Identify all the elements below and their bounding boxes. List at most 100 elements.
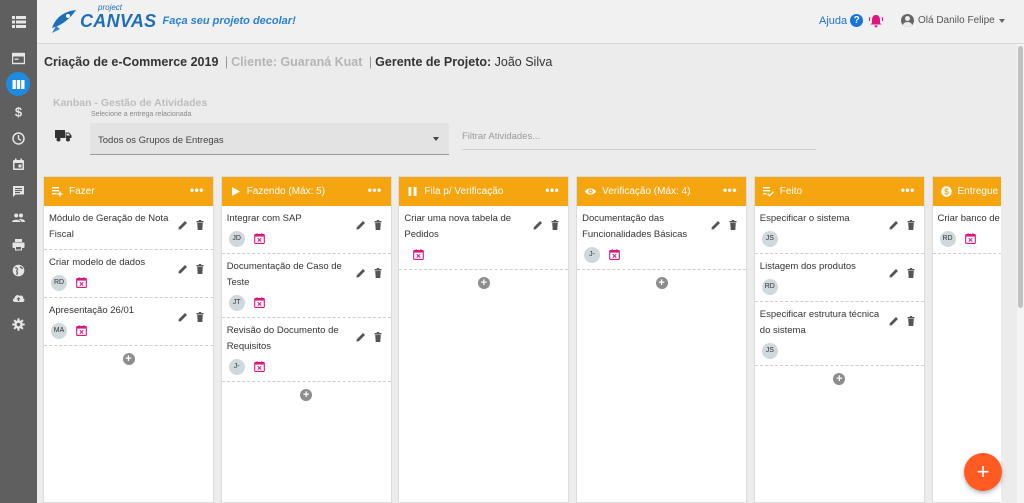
delivery-group-select[interactable]: Todos os Grupos de Entregas (90, 123, 449, 155)
more-options-icon[interactable]: ••• (901, 184, 915, 196)
add-card-button[interactable]: + (122, 353, 135, 365)
sidebar-item-messages[interactable] (0, 179, 37, 203)
more-options-icon[interactable]: ••• (723, 184, 737, 196)
assignee-avatar[interactable]: JS (761, 230, 778, 247)
trash-icon[interactable] (906, 268, 916, 278)
trash-icon[interactable] (906, 316, 916, 326)
assignee-avatar[interactable]: RD (51, 274, 67, 291)
task-card[interactable]: Documentação de Caso de Teste JT (221, 254, 391, 318)
calendar-remove-icon[interactable] (253, 233, 265, 244)
trash-icon[interactable] (373, 332, 383, 342)
sidebar-item-calendar[interactable] (0, 152, 37, 176)
task-title: Integrar com SAP (226, 213, 302, 224)
task-card[interactable]: Apresentação 26/01 MA (44, 298, 213, 346)
kanban-column: Fazer ••• Módulo de Geração de Nota Fiscal… (43, 176, 214, 503)
sidebar-item-upload[interactable] (0, 285, 37, 309)
task-title: Módulo de Geração de Nota Fiscal (49, 213, 169, 240)
kanban-board: Fazer ••• Módulo de Geração de Nota Fiscal… (37, 175, 1001, 503)
task-card[interactable]: Listagem dos produtos RD (754, 254, 924, 302)
task-card[interactable]: Criar banco de d RD (932, 206, 1001, 254)
pencil-icon[interactable] (356, 268, 366, 278)
task-card[interactable]: Integrar com SAP JD (221, 206, 391, 254)
filter-activities-input[interactable] (462, 124, 816, 150)
task-card[interactable]: Criar uma nova tabela de Pedidos (399, 206, 569, 270)
tagline: Faça seu projeto decolar! (162, 15, 296, 27)
trash-icon[interactable] (195, 220, 205, 230)
more-options-icon[interactable]: ••• (545, 184, 559, 196)
sidebar-item-kanban[interactable] (0, 72, 37, 96)
pencil-icon[interactable] (178, 264, 188, 274)
logo-text: CANVAS (80, 11, 157, 31)
pencil-icon[interactable] (889, 316, 899, 326)
add-activity-fab[interactable]: + (964, 453, 1002, 491)
card-actions (171, 264, 205, 274)
bell-icon[interactable] (868, 13, 884, 29)
pencil-icon[interactable] (178, 220, 188, 230)
pencil-icon[interactable] (889, 220, 899, 230)
assignee-avatar[interactable]: J- (228, 358, 245, 375)
sidebar-item-team[interactable] (0, 205, 37, 229)
sidebar-item-web[interactable] (0, 258, 37, 282)
pencil-icon[interactable] (889, 268, 899, 278)
pencil-icon[interactable] (533, 220, 543, 230)
card-actions (882, 268, 916, 278)
add-card-button[interactable]: + (477, 277, 490, 289)
pencil-icon[interactable] (711, 220, 721, 230)
sidebar-item-settings[interactable] (0, 312, 37, 336)
assignee-avatar[interactable]: JT (228, 294, 245, 311)
pencil-icon[interactable] (356, 220, 366, 230)
calendar-remove-icon[interactable] (413, 249, 425, 260)
trash-icon[interactable] (373, 268, 383, 278)
assignee-avatar[interactable]: RD (761, 278, 778, 295)
calendar-remove-icon[interactable] (964, 233, 976, 244)
trash-icon[interactable] (373, 220, 383, 230)
assignee-avatar[interactable]: MA (51, 322, 67, 339)
card-actions (171, 220, 205, 230)
assignee-avatar[interactable]: JD (228, 230, 245, 247)
sidebar-item-time[interactable] (0, 126, 37, 150)
task-card[interactable]: Especificar estrutura técnica do sistema… (754, 302, 924, 366)
settings-icon (12, 317, 25, 331)
calendar-remove-icon[interactable] (609, 249, 620, 260)
sidebar-item-dashboard[interactable] (0, 46, 37, 70)
chat-icon (13, 185, 24, 197)
task-card[interactable]: Módulo de Geração de Nota Fiscal (44, 206, 213, 250)
assignee-avatar[interactable]: JS (761, 342, 778, 359)
kanban-title: Kanban - Gestão de Atividades (53, 97, 208, 109)
task-title: Criar uma nova tabela de Pedidos (404, 213, 512, 240)
pencil-icon[interactable] (178, 312, 188, 322)
sidebar-item-print[interactable] (0, 232, 37, 256)
task-card[interactable]: Criar modelo de dados RD (44, 250, 213, 298)
trash-icon[interactable] (906, 220, 916, 230)
scrollbar-thumb[interactable] (1018, 46, 1023, 308)
sidebar-item-finance[interactable]: $ (0, 99, 37, 123)
more-options-icon[interactable]: ••• (190, 184, 204, 196)
chevron-down-icon (998, 18, 1005, 23)
help-link[interactable]: Ajuda ? (819, 14, 864, 27)
trash-icon[interactable] (728, 220, 738, 230)
more-options-icon[interactable]: ••• (368, 184, 382, 196)
add-card-button[interactable]: + (300, 389, 313, 401)
column-header: Fazendo (Máx: 5) ••• (221, 177, 391, 206)
logo[interactable]: project CANVAS Faça seu projeto decolar! (48, 3, 296, 36)
pencil-icon[interactable] (356, 332, 366, 342)
assignee-avatar[interactable]: J- (584, 246, 601, 263)
calendar-remove-icon[interactable] (253, 361, 265, 372)
add-card-button[interactable]: + (833, 373, 846, 385)
column-header: Fazer ••• (44, 177, 213, 206)
trash-icon[interactable] (550, 220, 560, 230)
task-card[interactable]: Documentação das Funcionalidades Básicas… (577, 206, 747, 270)
add-card-button[interactable]: + (655, 277, 668, 289)
trash-icon[interactable] (195, 312, 205, 322)
task-card[interactable]: Especificar o sistema JS (754, 206, 924, 254)
calendar-remove-icon[interactable] (253, 297, 265, 308)
task-card[interactable]: Revisão do Documento de Requisitos J- (221, 318, 391, 382)
assignee-avatar[interactable]: RD (939, 230, 956, 247)
user-menu[interactable]: Olá Danilo Felipe (901, 14, 1005, 27)
kanban-column: Fila p/ Verificação ••• Criar uma nova tab… (398, 176, 570, 503)
menu-button[interactable] (0, 0, 37, 44)
trash-icon[interactable] (195, 264, 205, 274)
calendar-remove-icon[interactable] (76, 325, 87, 336)
calendar-remove-icon[interactable] (76, 277, 87, 288)
card-actions (349, 268, 383, 278)
